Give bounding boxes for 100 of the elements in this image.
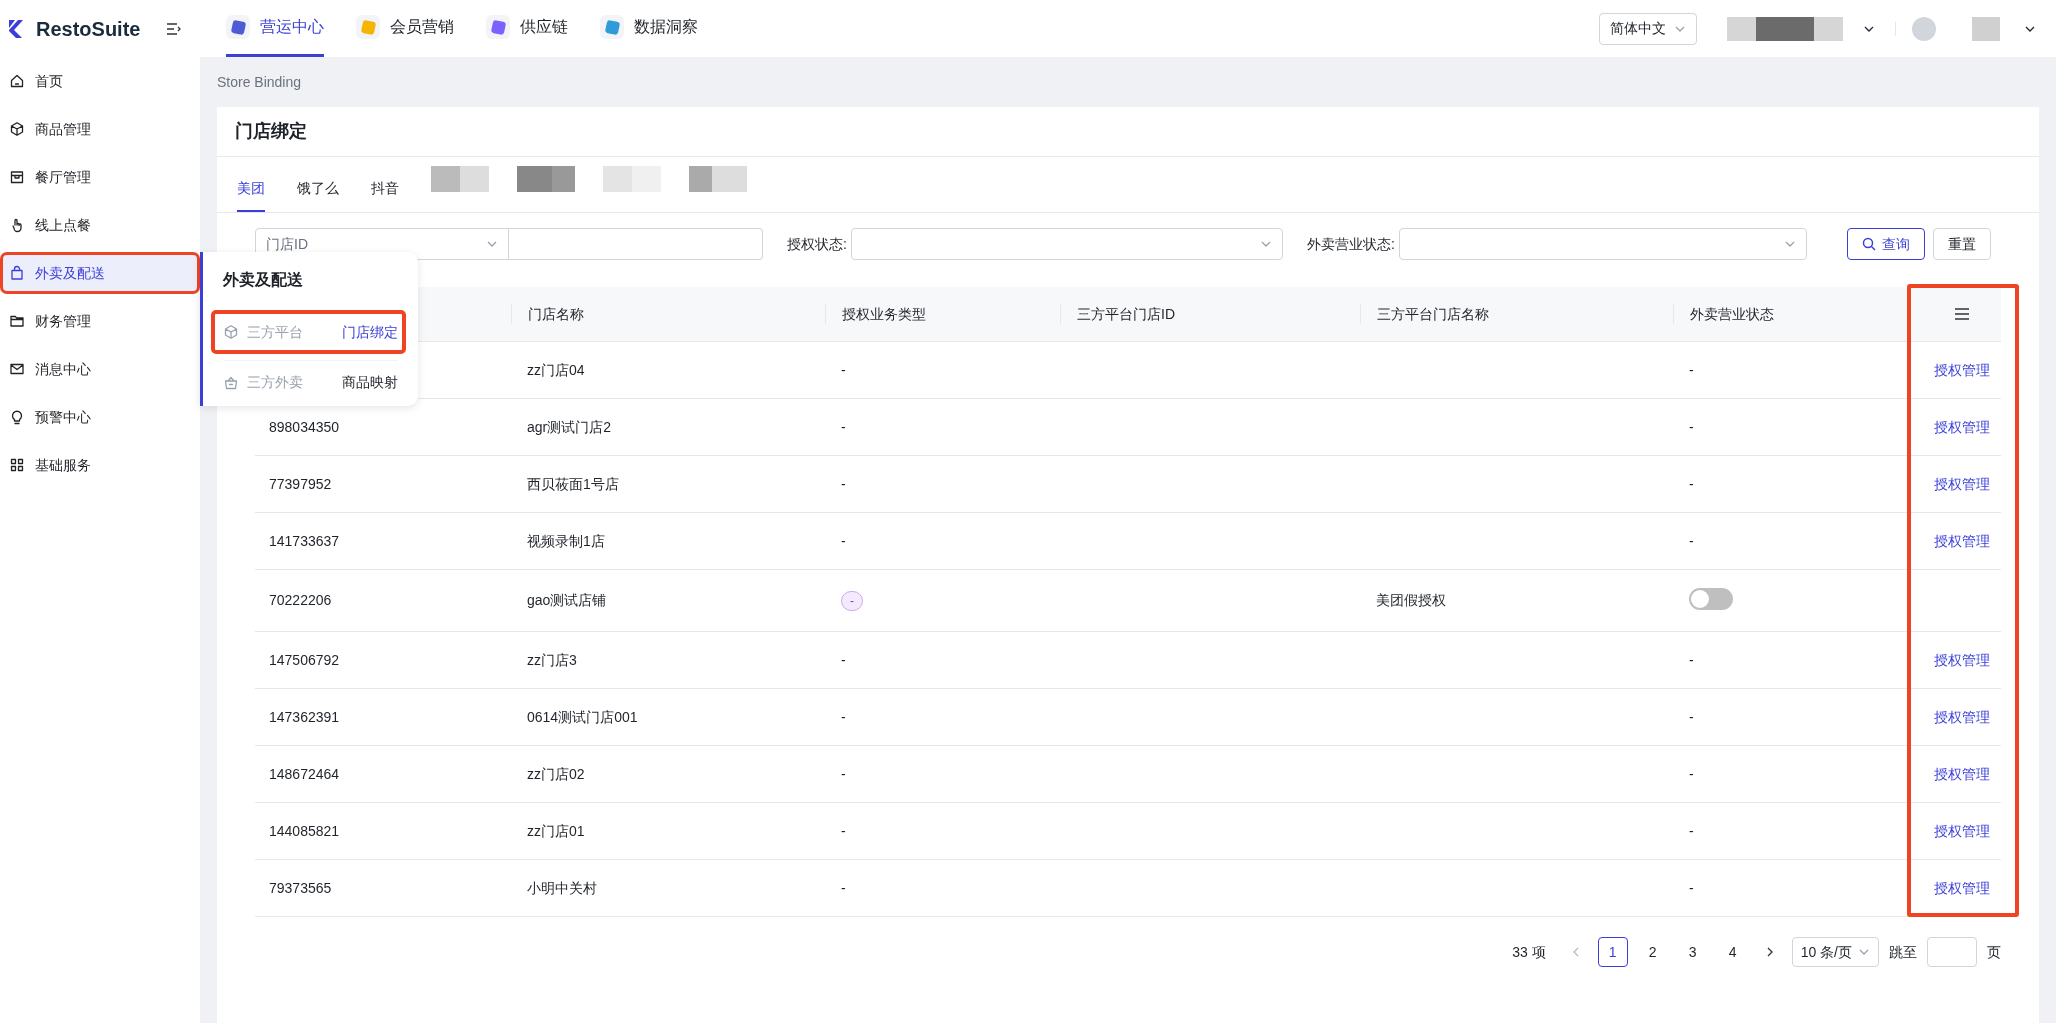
auth-manage-link[interactable]: 授权管理: [1934, 706, 1990, 728]
auth-manage-link[interactable]: 授权管理: [1934, 649, 1990, 671]
table-cell: -: [1689, 475, 1694, 492]
table-cell: -: [841, 532, 846, 549]
sidebar-item[interactable]: 餐厅管理: [3, 159, 197, 195]
filter-label: 授权状态:: [787, 234, 847, 254]
table-cell: gao测试店铺: [527, 592, 607, 608]
table-cell: 79373565: [269, 879, 332, 896]
table-cell: zz门店3: [527, 651, 577, 668]
page-button[interactable]: 3: [1677, 937, 1708, 967]
basket-icon: [223, 374, 239, 391]
table-cell: zz门店02: [527, 765, 585, 782]
cube-icon: [223, 324, 239, 340]
avatar-icon[interactable]: [1912, 16, 1936, 41]
language-select[interactable]: 简体中文: [1599, 12, 1697, 45]
table-cell: 0614测试门店001: [527, 708, 638, 725]
app-icon: [486, 15, 510, 39]
top-nav-tab[interactable]: 数据洞察: [600, 0, 698, 57]
table-cell: -: [841, 651, 846, 668]
auth-manage-link[interactable]: 授权管理: [1934, 530, 1990, 552]
redacted-block: [1972, 16, 2000, 41]
auth-manage-link[interactable]: 授权管理: [1934, 877, 1990, 899]
sidebar-item[interactable]: 外卖及配送: [3, 255, 197, 291]
redacted-block: [689, 166, 747, 192]
table-cell: 141733637: [269, 532, 340, 549]
flyout-title: 外卖及配送: [223, 270, 304, 290]
auth-status-select[interactable]: [850, 228, 1283, 260]
auth-manage-link[interactable]: 授权管理: [1934, 820, 1990, 842]
menu-icon[interactable]: [1954, 307, 1970, 321]
page-unit-label: 页: [1987, 942, 2001, 962]
breadcrumb: Store Binding: [217, 72, 303, 92]
column-header: 授权业务类型: [825, 304, 1060, 324]
table-cell: zz门店04: [527, 361, 585, 378]
sidebar-item[interactable]: 预警中心: [3, 399, 197, 435]
table-cell: -: [841, 879, 846, 896]
sidebar-item[interactable]: 基础服务: [3, 447, 197, 483]
sidebar-item[interactable]: 财务管理: [3, 303, 197, 339]
table-cell: -: [1689, 361, 1694, 378]
store-icon: [9, 169, 25, 185]
sidebar-item[interactable]: 线上点餐: [3, 207, 197, 243]
table-cell: 144085821: [269, 822, 340, 839]
table-cell: 148672464: [269, 765, 340, 782]
platform-tab[interactable]: 饿了么: [297, 166, 339, 212]
cube-icon: [9, 121, 25, 137]
auth-manage-link[interactable]: 授权管理: [1934, 763, 1990, 785]
bulb-icon: [9, 409, 25, 425]
table-cell: 147506792: [269, 651, 340, 668]
table-cell: -: [841, 361, 846, 378]
jump-label: 跳至: [1889, 942, 1917, 962]
table-cell: -: [1689, 651, 1694, 668]
sidebar-item[interactable]: 商品管理: [3, 111, 197, 147]
table-cell: -: [841, 708, 846, 725]
filter-label: 外卖营业状态:: [1306, 234, 1395, 254]
table-cell: -: [841, 765, 846, 782]
table-cell: 147362391: [269, 708, 340, 725]
auth-manage-link[interactable]: 授权管理: [1934, 416, 1990, 438]
folder-icon: [9, 313, 25, 329]
redacted-block: [431, 166, 489, 192]
home-icon: [9, 73, 25, 89]
flyout-group-label: 三方平台: [247, 322, 303, 342]
page-button[interactable]: 4: [1717, 937, 1748, 967]
auth-manage-link[interactable]: 授权管理: [1934, 473, 1990, 495]
top-nav-tab[interactable]: 供应链: [486, 0, 568, 57]
business-status-select[interactable]: [1398, 228, 1807, 260]
table-cell: 898034350: [269, 418, 340, 435]
reset-button[interactable]: 重置: [1932, 228, 1991, 260]
page-jump-field[interactable]: [1927, 937, 1977, 967]
bag-icon: [9, 265, 25, 281]
sidebar-item[interactable]: 消息中心: [3, 351, 197, 387]
total-count: 33 项: [1512, 942, 1546, 962]
platform-tab[interactable]: 美团: [237, 166, 265, 212]
table-cell: 视频录制1店: [527, 532, 605, 549]
sidebar-item[interactable]: 首页: [3, 63, 197, 99]
table-cell: 70222206: [269, 592, 332, 608]
top-nav-tab[interactable]: 营运中心: [226, 0, 324, 57]
toggle-switch[interactable]: [1689, 587, 1733, 610]
page-title: 门店绑定: [217, 107, 2039, 157]
top-nav-tab[interactable]: 会员营销: [356, 0, 454, 57]
table-cell: 小明中关村: [527, 879, 597, 896]
table-cell: -: [841, 822, 846, 839]
search-button[interactable]: 查询: [1846, 228, 1925, 260]
page-button[interactable]: 1: [1597, 937, 1628, 967]
page-button[interactable]: 2: [1637, 937, 1668, 967]
table-cell: 77397952: [269, 475, 332, 492]
table-cell: -: [841, 475, 846, 492]
column-header: 三方平台门店ID: [1060, 304, 1360, 324]
table-cell: -: [1689, 418, 1694, 435]
platform-tab[interactable]: 抖音: [371, 166, 399, 212]
column-header: 外卖营业状态: [1673, 304, 1923, 324]
flyout-item[interactable]: 商品映射: [342, 372, 398, 393]
mail-icon: [9, 361, 25, 377]
column-header: 三方平台门店名称: [1360, 304, 1673, 324]
collapse-menu-icon[interactable]: [166, 21, 183, 36]
auth-manage-link[interactable]: 授权管理: [1934, 359, 1990, 381]
page-size-select[interactable]: 10 条/页: [1791, 937, 1879, 967]
flyout-item[interactable]: 门店绑定: [342, 321, 398, 343]
id-input-field[interactable]: [509, 228, 763, 260]
column-header: 门店名称: [511, 304, 825, 324]
table-cell: -: [841, 418, 846, 435]
app-icon: [356, 15, 380, 39]
